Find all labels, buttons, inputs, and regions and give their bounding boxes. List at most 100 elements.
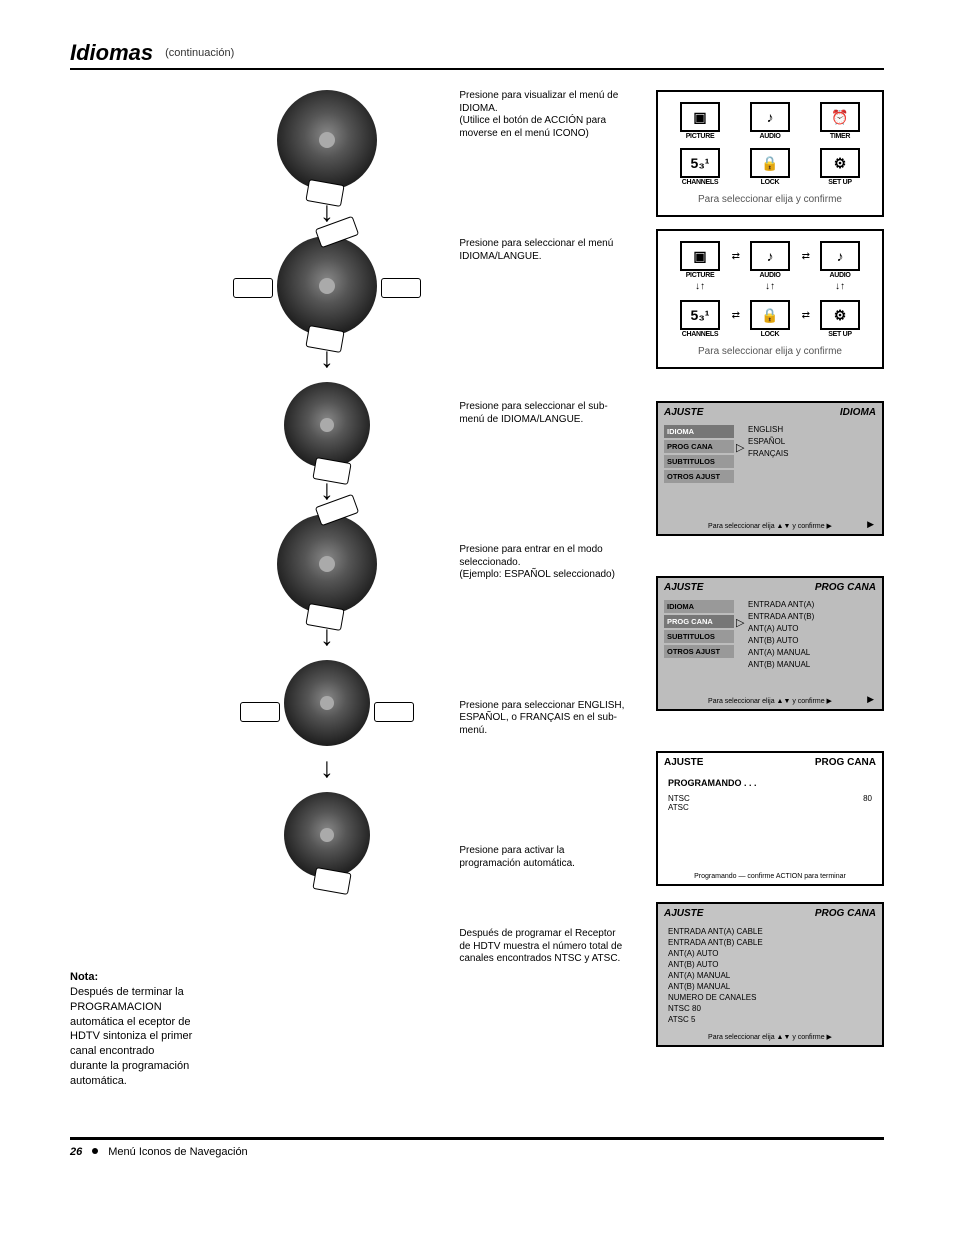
- step-text: Presione para activar la programación au…: [459, 845, 628, 870]
- osd-row: ENTRADA ANT(A): [748, 600, 876, 609]
- result-row: ANT(B) MANUAL: [668, 982, 872, 991]
- step-text: (Utilice el botón de ACCIÓN para moverse…: [459, 115, 628, 140]
- prog-label: NTSC: [668, 794, 690, 803]
- osd-tab: OTROS AJUST: [664, 645, 734, 658]
- action-dial-icon: [284, 382, 370, 468]
- box-right-title: PROG CANA: [815, 757, 876, 768]
- triangle-icon: ▷: [736, 616, 744, 629]
- setup-icon: ⚙: [820, 148, 860, 178]
- prog-value: 80: [863, 794, 872, 803]
- footer-crumb: Menú Iconos de Navegación: [108, 1146, 247, 1158]
- osd-right-title: IDIOMA: [840, 407, 876, 418]
- note-title: Nota:: [70, 970, 195, 985]
- step-text: Presione para seleccionar ENGLISH, ESPAÑ…: [459, 700, 628, 738]
- osd-row: ANT(A) AUTO: [748, 624, 876, 633]
- triangle-icon: ▶: [867, 519, 874, 530]
- lock-icon: 🔒: [750, 148, 790, 178]
- result-row: ANT(A) MANUAL: [668, 971, 872, 980]
- osd-right-title: PROG CANA: [815, 582, 876, 593]
- hand-icon: [240, 702, 280, 722]
- hand-icon: [233, 278, 273, 298]
- result-row: NUMERO DE CANALES: [668, 993, 872, 1002]
- osd-tab: SUBTITULOS: [664, 630, 734, 643]
- result-row: ANT(B) AUTO: [668, 960, 872, 969]
- arrow-icon: ⇄: [732, 310, 740, 321]
- action-dial-icon: [284, 792, 370, 878]
- osd-row: ANT(A) MANUAL: [748, 648, 876, 657]
- action-dial-icon: [277, 236, 377, 336]
- osd-option: ENGLISH: [748, 425, 876, 434]
- channels-icon: 5₃¹: [680, 148, 720, 178]
- programming-subtitle: PROGRAMANDO . . .: [668, 778, 872, 788]
- page-number: 26: [70, 1146, 82, 1158]
- arrow-icon: ⇄: [732, 251, 740, 262]
- screen-caption: Para seleccionar elija y confirme: [664, 190, 876, 205]
- audio-icon: ♪: [750, 102, 790, 132]
- osd-row: ENTRADA ANT(B): [748, 612, 876, 621]
- result-row: ATSC 5: [668, 1015, 872, 1024]
- osd-left-title: AJUSTE: [664, 407, 703, 418]
- picture-icon: ▣: [680, 241, 720, 271]
- lock-icon: 🔒: [750, 300, 790, 330]
- step-text: Presione para seleccionar el sub-menú de…: [459, 401, 628, 426]
- page-title: Idiomas: [70, 40, 153, 66]
- osd-row: ANT(B) AUTO: [748, 636, 876, 645]
- page-subtitle: (continuación): [165, 47, 234, 59]
- arrow-icon: ↓↑: [812, 281, 868, 292]
- osd-progcana-screen: AJUSTE PROG CANA IDIOMA PROG CANA SUBTIT…: [656, 576, 884, 711]
- arrow-icon: ↓↑: [672, 281, 728, 292]
- step-text: (Ejemplo: ESPAÑOL seleccionado): [459, 569, 628, 582]
- last-paragraph: Después de programar el Receptor de HDTV…: [459, 928, 628, 966]
- step-text: Presione para entrar en el modo seleccio…: [459, 544, 628, 569]
- box-footer: Para seleccionar elija ▲▼ y confirme ▶: [664, 1033, 876, 1041]
- osd-option: FRANÇAIS: [748, 449, 876, 458]
- osd-tab: SUBTITULOS: [664, 455, 734, 468]
- step-text: Presione para visualizar el menú de IDIO…: [459, 90, 628, 115]
- arrow-icon: ⇄: [802, 251, 810, 262]
- triangle-icon: ▶: [867, 694, 874, 705]
- setup-icon: ⚙: [820, 300, 860, 330]
- programming-result-screen: AJUSTE PROG CANA ENTRADA ANT(A) CABLE EN…: [656, 902, 884, 1047]
- arrow-icon: ↓↑: [742, 281, 798, 292]
- arrow-down-icon: ↓: [320, 754, 334, 782]
- result-row: NTSC 80: [668, 1004, 872, 1013]
- audio-icon: ♪: [750, 241, 790, 271]
- box-right-title: PROG CANA: [815, 908, 876, 919]
- note-body: Después de terminar la PROGRAMACION auto…: [70, 985, 195, 1089]
- osd-row: ANT(B) MANUAL: [748, 660, 876, 669]
- action-dial-icon: [277, 514, 377, 614]
- picture-icon: ▣: [680, 102, 720, 132]
- timer-icon: ⏰: [820, 102, 860, 132]
- osd-tab: OTROS AJUST: [664, 470, 734, 483]
- osd-left-title: AJUSTE: [664, 582, 703, 593]
- osd-footer: Para seleccionar elija ▲▼ y confirme ▶: [708, 698, 832, 705]
- audio-icon: ♪: [820, 241, 860, 271]
- triangle-icon: ▷: [736, 441, 744, 454]
- osd-tab: IDIOMA: [664, 600, 734, 613]
- menu-grid-screen: ▣PICTURE ♪AUDIO ⏰TIMER 5₃¹CHANNELS 🔒LOCK…: [656, 90, 884, 217]
- osd-idioma-screen: AJUSTE IDIOMA IDIOMA PROG CANA SUBTITULO…: [656, 401, 884, 536]
- box-left-title: AJUSTE: [664, 757, 703, 768]
- programming-progress-screen: AJUSTE PROG CANA PROGRAMANDO . . . NTSC 8…: [656, 751, 884, 886]
- action-dial-icon: [277, 90, 377, 190]
- hand-icon: [374, 702, 414, 722]
- osd-option: ESPAÑOL: [748, 437, 876, 446]
- screen-illustrations-column: ▣PICTURE ♪AUDIO ⏰TIMER 5₃¹CHANNELS 🔒LOCK…: [656, 90, 884, 1107]
- remote-sequence-column: ↓ ↓ ↓ ↓: [223, 90, 432, 1107]
- menu-grid-nav-screen: ▣PICTURE⇄↓↑ ♪AUDIO⇄↓↑ ♪AUDIO↓↑ 5₃¹CHANNE…: [656, 229, 884, 369]
- osd-tab: PROG CANA: [664, 440, 734, 453]
- result-row: ENTRADA ANT(B) CABLE: [668, 938, 872, 947]
- screen-caption: Para seleccionar elija y confirme: [664, 342, 876, 357]
- prog-label: ATSC: [668, 803, 689, 812]
- step-text-column: Presione para visualizar el menú de IDIO…: [459, 90, 628, 1107]
- box-footer: Programando — confirme ACTION para termi…: [664, 873, 876, 880]
- osd-tab: IDIOMA: [664, 425, 734, 438]
- action-dial-icon: [284, 660, 370, 746]
- step-text: Presione para seleccionar el menú IDIOMA…: [459, 238, 628, 263]
- left-notes-column: Nota: Después de terminar la PROGRAMACIO…: [70, 90, 195, 1107]
- box-left-title: AJUSTE: [664, 908, 703, 919]
- section-header: Idiomas (continuación): [70, 40, 884, 70]
- result-row: ANT(A) AUTO: [668, 949, 872, 958]
- arrow-icon: ⇄: [802, 310, 810, 321]
- hand-icon: [381, 278, 421, 298]
